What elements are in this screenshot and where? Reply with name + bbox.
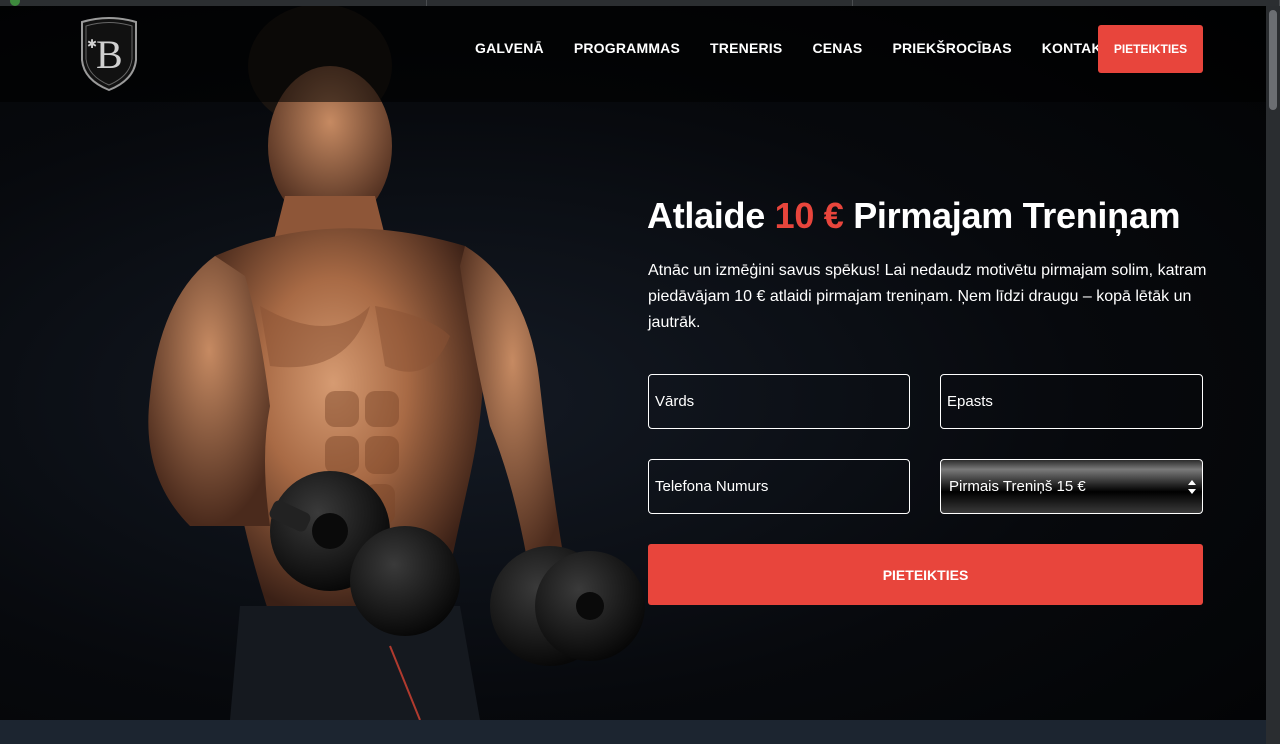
svg-text:✱: ✱ [87, 37, 97, 51]
email-field-placeholder: Epasts [947, 393, 993, 410]
athlete-image [148, 6, 645, 720]
headline-text-after: Pirmajam Treniņam [843, 195, 1181, 236]
signup-nav-button[interactable]: PIETEIKTIES [1098, 25, 1203, 73]
nav-item-cenas[interactable]: CENAS [812, 40, 862, 56]
nav-item-galvena[interactable]: GALVENĀ [475, 40, 544, 56]
phone-field[interactable]: Telefona Numurs [648, 459, 910, 514]
hero-lead-text: Atnāc un izmēģini savus spēkus! Lai neda… [648, 262, 1207, 331]
page-scrollbar[interactable] [1266, 6, 1280, 744]
phone-field-placeholder: Telefona Numurs [655, 478, 769, 495]
submit-button[interactable]: PIETEIKTIES [648, 544, 1203, 605]
training-select[interactable]: Pirmais Treniņš 15 € [940, 459, 1203, 514]
nav-item-programmas[interactable]: PROGRAMMAS [574, 40, 680, 56]
name-field-placeholder: Vārds [655, 393, 695, 410]
hero-section: B ✱ GALVENĀ PROGRAMMAS TRENERIS CENAS PR… [0, 6, 1266, 720]
shield-b-logo[interactable]: B ✱ [78, 16, 140, 92]
nav-item-prieksrocibas[interactable]: PRIEKŠROCĪBAS [892, 40, 1011, 56]
hero-headline: Atlaide 10 € Pirmajam Treniņam [647, 195, 1181, 236]
email-field[interactable]: Epasts [940, 374, 1203, 429]
training-select-value: Pirmais Treniņš 15 € [949, 478, 1086, 495]
svg-text:B: B [96, 32, 123, 77]
nav-item-treneris[interactable]: TRENERIS [710, 40, 782, 56]
headline-discount-amount: 10 € [774, 195, 844, 236]
name-field[interactable]: Vārds [648, 374, 910, 429]
headline-text-before: Atlaide [647, 195, 775, 236]
updown-arrows-icon [1188, 480, 1196, 494]
main-nav: GALVENĀ PROGRAMMAS TRENERIS CENAS PRIEKŠ… [460, 40, 1145, 56]
next-section-band [0, 720, 1266, 744]
scrollbar-thumb[interactable] [1269, 10, 1277, 110]
